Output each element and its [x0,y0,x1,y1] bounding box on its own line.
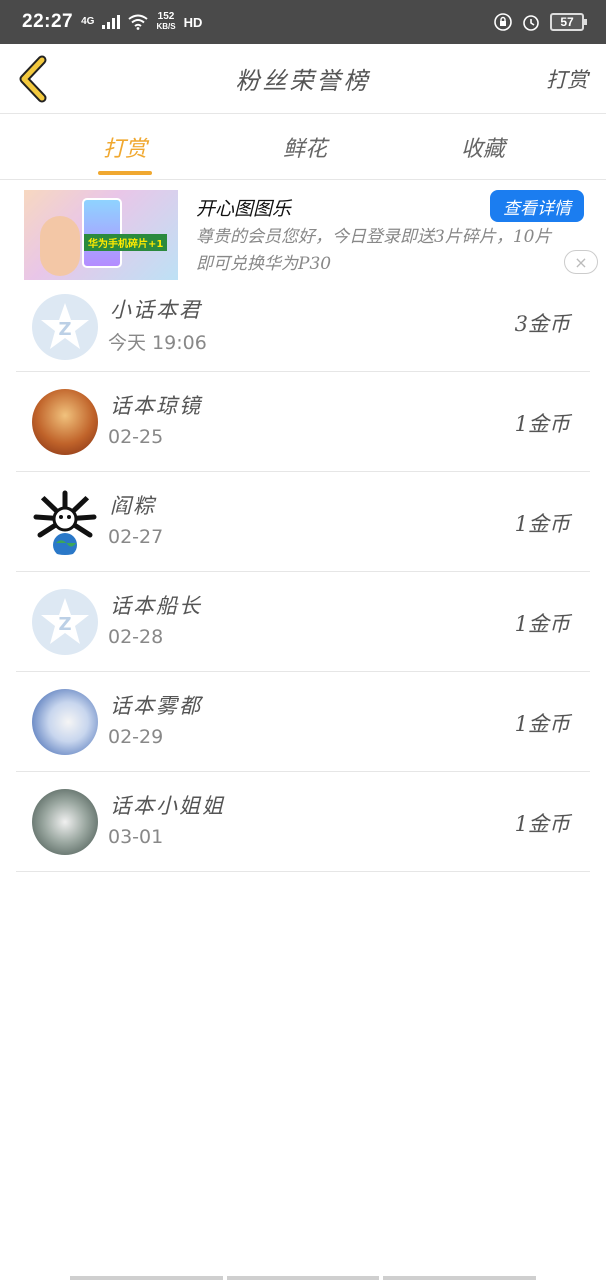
status-right: 57 [494,13,587,31]
wifi-icon [128,14,149,30]
network-indicator: 4G [81,17,94,27]
tip-date: 02-25 [108,426,164,448]
coin-amount: 3金币 [514,312,570,336]
network-type: 4G [81,16,95,27]
default-avatar-icon[interactable]: Z [32,293,98,360]
list-item[interactable]: 阎粽 02-27 1金币 [16,472,590,572]
nav-segment [383,1276,537,1280]
tab-favorites-label: 收藏 [460,136,505,162]
tip-date: 今天 19:06 [108,332,207,354]
tab-tip[interactable]: 打赏 [0,114,250,179]
coin-amount: 1金币 [514,812,570,836]
list-item[interactable]: 话本琼镜 02-25 1金币 [16,372,590,472]
ad-hand-image [40,216,80,276]
ad-thumbnail-caption: 华为手机碎片+1 [84,234,168,251]
cartoon-avatar[interactable] [32,488,98,555]
coin-amount: 1金币 [514,612,570,636]
user-name: 话本雾都 [110,694,202,718]
user-name: 阎粽 [110,494,156,518]
network-speed-value: 152 [157,11,175,22]
tip-button[interactable]: 打赏 [546,64,588,94]
tip-date: 02-28 [108,626,164,648]
star-avatar-icon: Z [41,597,89,644]
close-icon: × [574,252,588,272]
header: 粉丝荣誉榜 打赏 [0,44,606,114]
network-speed-unit: KB/S [156,22,176,31]
back-button[interactable] [14,54,54,104]
status-time: 22:27 [22,11,74,32]
view-details-button[interactable]: 查看详情 [490,190,584,222]
tab-tip-label: 打赏 [102,136,147,162]
chevron-left-icon [19,55,47,103]
ad-description: 尊贵的会员您好，今日登录即送3片碎片，10片即可兑换华为P30 [196,227,552,274]
tab-flowers[interactable]: 鲜花 [250,114,360,179]
ad-banner[interactable]: 华为手机碎片+1 开心图图乐 尊贵的会员您好，今日登录即送3片碎片，10片即可兑… [0,184,606,282]
default-avatar-icon[interactable]: Z [32,588,98,655]
user-name: 话本小姐姐 [110,794,225,818]
status-bar: 22:27 4G 152 KB/S HD 57 [0,0,606,44]
list-item[interactable]: 话本小姐姐 03-01 1金币 [16,772,590,872]
tab-favorites[interactable]: 收藏 [360,114,606,179]
ad-phone-image [82,198,122,268]
nav-segment [226,1276,380,1280]
lock-rotation-icon [494,13,512,31]
tab-bar: 打赏 鲜花 收藏 [0,114,606,180]
photo-avatar[interactable] [32,688,98,755]
user-name: 话本船长 [110,594,202,618]
page-title: 粉丝荣誉榜 [235,67,371,95]
tab-flowers-label: 鲜花 [282,136,327,162]
user-name: 话本琼镜 [110,394,202,418]
battery-icon: 57 [550,13,587,31]
supporter-list: Z 小话本君 今天 19:06 3金币 话本琼镜 02-25 1金币 阎粽 02… [0,282,606,872]
tip-date: 03-01 [108,826,164,848]
navigation-bar-hint [70,1276,537,1280]
photo-avatar[interactable] [32,788,98,855]
nav-segment [70,1276,223,1280]
svg-text:Z: Z [58,319,71,340]
photo-avatar[interactable] [32,388,98,455]
cartoon-avatar-icon [33,490,97,555]
alarm-icon [523,15,539,31]
coin-amount: 1金币 [514,512,570,536]
hd-indicator: HD [183,14,203,30]
svg-text:Z: Z [58,614,71,635]
list-item[interactable]: 话本雾都 02-29 1金币 [16,672,590,772]
ad-close-button[interactable]: × [564,250,598,274]
list-item[interactable]: Z 小话本君 今天 19:06 3金币 [16,282,590,372]
list-item[interactable]: Z 话本船长 02-28 1金币 [16,572,590,672]
signal-icon [102,15,121,29]
tab-active-indicator [98,171,152,175]
ad-title: 开心图图乐 [196,198,292,220]
tip-date: 02-29 [108,726,164,748]
coin-amount: 1金币 [514,712,570,736]
tip-date: 02-27 [108,526,164,548]
status-left: 22:27 4G 152 KB/S HD [22,11,202,33]
star-avatar-icon: Z [41,302,89,349]
ad-thumbnail[interactable]: 华为手机碎片+1 [24,190,178,280]
coin-amount: 1金币 [514,412,570,436]
network-speed: 152 KB/S [156,12,175,32]
user-name: 小话本君 [110,298,202,322]
